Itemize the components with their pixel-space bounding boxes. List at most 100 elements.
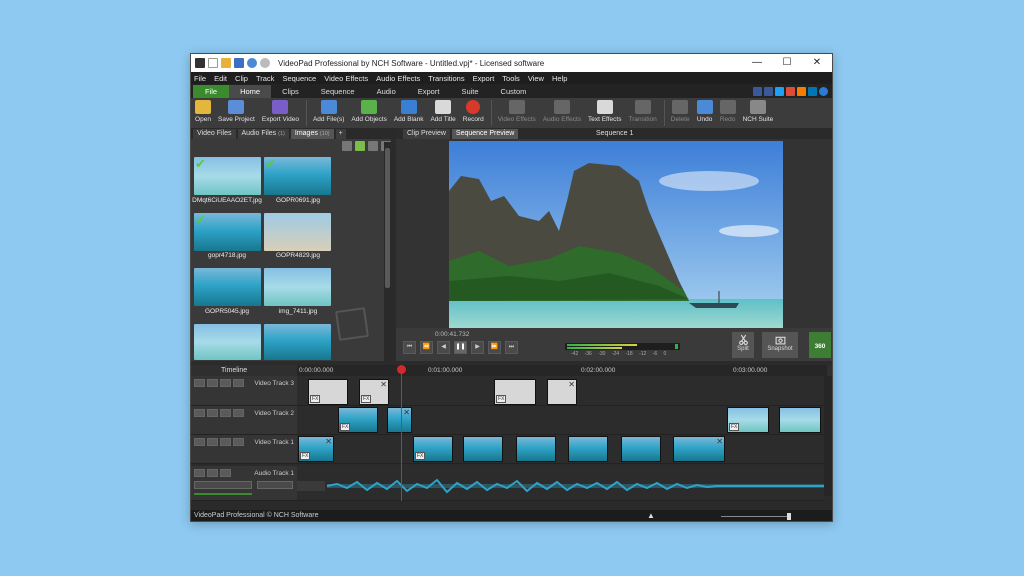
timeline-clip[interactable] [621,436,661,462]
menu-file[interactable]: File [194,74,206,83]
previous-frame-button[interactable]: ⏪ [420,341,433,354]
new-file-icon[interactable] [208,58,218,68]
timeline-clip[interactable] [779,407,821,433]
timeline-clip[interactable] [463,436,503,462]
go-to-end-button[interactable]: ⏭ [505,341,518,354]
help-icon[interactable] [819,86,828,96]
volume-slider[interactable] [194,481,252,489]
redo-icon[interactable] [260,58,270,68]
step-forward-button[interactable]: ▶ [471,341,484,354]
audio-effects-button[interactable]: Audio Effects [543,98,581,128]
menu-sequence[interactable]: Sequence [282,74,316,83]
go-to-start-button[interactable]: ⏮ [403,341,416,354]
video-effects-button[interactable]: Video Effects [498,98,536,128]
add-title-button[interactable]: Add Title [430,98,456,128]
menu-video-effects[interactable]: Video Effects [324,74,368,83]
menu-edit[interactable]: Edit [214,74,227,83]
pan-slider[interactable] [257,481,293,489]
menu-help[interactable]: Help [552,74,567,83]
timeline-clip[interactable]: ✕ FX [298,436,334,462]
record-button[interactable]: Record [463,98,484,128]
tab-custom[interactable]: Custom [490,85,538,98]
zoom-knob[interactable] [787,513,791,520]
delete-button[interactable]: Delete [671,98,690,128]
tab-file[interactable]: File [193,85,230,98]
media-thumbnail[interactable] [264,268,331,306]
redo-button[interactable]: Redo [719,98,736,128]
minimize-button[interactable]: — [742,54,772,72]
transition-button[interactable]: Transition [628,98,657,128]
timeline-horizontal-scrollbar[interactable] [191,501,832,510]
menu-track[interactable]: Track [256,74,274,83]
text-effects-button[interactable]: Text Effects [588,98,621,128]
track-collapse-button[interactable] [194,409,205,417]
tab-images[interactable]: Images (10) [290,129,334,139]
zoom-slider[interactable] [721,516,791,517]
close-button[interactable]: ✕ [802,54,832,72]
blogger-icon[interactable] [797,86,806,96]
track-collapse-button[interactable] [194,469,205,477]
media-thumbnail[interactable]: ✔ [194,157,261,195]
track-lock-button[interactable] [233,438,244,446]
timeline-clip[interactable]: FX [494,379,536,405]
save-icon[interactable] [234,58,244,68]
menu-view[interactable]: View [528,74,544,83]
media-thumbnail[interactable] [264,213,331,251]
add-media-icon[interactable] [355,141,365,151]
facebook-icon[interactable] [764,86,773,96]
track-visibility-button[interactable] [207,379,218,387]
tab-sequence-preview[interactable]: Sequence Preview [451,129,519,139]
menu-audio-effects[interactable]: Audio Effects [376,74,420,83]
delete-media-icon[interactable] [342,141,352,151]
timeline-clip[interactable]: FX [338,407,378,433]
track-visibility-button[interactable] [207,438,218,446]
timeline-clip[interactable] [516,436,556,462]
media-thumbnail[interactable] [194,268,261,306]
track-overlay-button[interactable] [220,379,231,387]
track-overlay-button[interactable] [220,409,231,417]
timeline-vertical-scrollbar[interactable] [824,376,832,496]
snapshot-button[interactable]: Snapshot [762,332,798,358]
list-view-icon[interactable] [368,141,378,151]
360-button[interactable]: 360 [809,332,831,358]
like-icon[interactable] [753,86,762,96]
maximize-button[interactable]: ☐ [772,54,802,72]
menu-transitions[interactable]: Transitions [428,74,464,83]
add-files-button[interactable]: Add File(s) [313,98,344,128]
timeline-clip[interactable]: FX [413,436,453,462]
timeline-clip[interactable]: ✕ [547,379,577,405]
media-thumbnail[interactable]: ✔ [194,213,261,251]
track-collapse-button[interactable] [194,438,205,446]
track-mute-button[interactable] [207,469,218,477]
timeline-clip[interactable]: ✕ FX [359,379,389,405]
save-project-button[interactable]: Save Project [218,98,255,128]
nch-suite-button[interactable]: NCH Suite [743,98,773,128]
twitter-icon[interactable] [775,86,784,96]
media-scrollbar[interactable] [384,142,391,362]
track-overlay-button[interactable] [220,438,231,446]
track-lock-button[interactable] [233,379,244,387]
media-thumbnail[interactable] [264,324,331,360]
tab-audio[interactable]: Audio [366,85,407,98]
playhead[interactable] [401,369,402,519]
tab-export[interactable]: Export [407,85,451,98]
tab-home[interactable]: Home [229,85,272,98]
up-arrow-icon[interactable]: ▲ [647,511,655,520]
track-collapse-button[interactable] [194,379,205,387]
undo-icon[interactable] [247,58,257,68]
menu-clip[interactable]: Clip [235,74,248,83]
timeline-clip[interactable]: FX [727,407,769,433]
pause-button[interactable]: ❚❚ [454,341,467,354]
undo-button[interactable]: Undo [696,98,713,128]
tab-suite[interactable]: Suite [450,85,489,98]
tab-clip-preview[interactable]: Clip Preview [403,129,450,139]
add-objects-button[interactable]: Add Objects [351,98,387,128]
step-back-button[interactable]: ◀ [437,341,450,354]
tab-video-files[interactable]: Video Files [193,129,236,139]
linkedin-icon[interactable] [808,86,817,96]
menu-tools[interactable]: Tools [502,74,520,83]
timeline-clip[interactable]: FX [308,379,348,405]
track-lock-button[interactable] [233,409,244,417]
tab-sequence[interactable]: Sequence [310,85,366,98]
track-lock-button[interactable] [220,469,231,477]
